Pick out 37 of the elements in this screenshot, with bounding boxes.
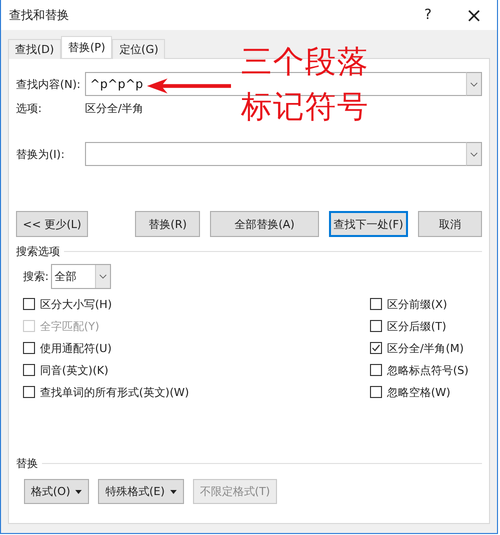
dialog-button[interactable]: 取消 (418, 211, 482, 237)
dialog-button[interactable]: 特殊格式(E) (98, 479, 184, 504)
checkbox[interactable]: 查找单词的所有形式(英文)(W) (23, 381, 190, 403)
field-label: 替换为(I): (16, 146, 66, 162)
tab[interactable]: 替换(P) (61, 36, 112, 58)
dropdown-button[interactable] (466, 72, 482, 96)
dialog-button[interactable]: 替换(R) (135, 211, 200, 237)
checkbox[interactable]: 使用通配符(U) (23, 337, 190, 359)
dialog-button[interactable]: 格式(O) (24, 479, 90, 504)
field-label: 查找内容(N): (16, 76, 82, 92)
dialog-button[interactable]: << 更少(L) (16, 211, 88, 237)
checkbox[interactable]: 同音(英文)(K) (23, 359, 190, 381)
checkbox[interactable]: 区分全/半角(M) (370, 337, 470, 359)
arrow-icon (147, 78, 231, 94)
section-title: 搜索选项 (16, 244, 60, 259)
checkbox[interactable]: 区分大小写(H) (23, 293, 190, 315)
checkbox[interactable]: 区分前缀(X) (370, 293, 470, 315)
caret-icon (75, 490, 82, 494)
caret-icon (170, 490, 177, 494)
check-icon (371, 343, 381, 353)
tab[interactable]: 查找(D) (8, 39, 62, 59)
options-label: 选项: (16, 101, 43, 116)
dropdown[interactable]: 全部 (50, 264, 111, 289)
window-title: 查找和替换 (9, 6, 69, 24)
help-button[interactable]: ? (405, 0, 451, 30)
field-label: 搜索: (23, 269, 49, 284)
dropdown-button[interactable] (466, 142, 482, 166)
input-field[interactable] (85, 142, 466, 166)
tab[interactable]: 定位(G) (112, 39, 166, 59)
close-button[interactable]: × (451, 0, 497, 30)
checkbox[interactable]: 区分后缀(T) (370, 315, 470, 337)
dialog-button[interactable]: 查找下一处(F) (328, 211, 408, 237)
checkbox[interactable]: 忽略标点符号(S) (370, 359, 470, 381)
options-value: 区分全/半角 (85, 101, 144, 116)
section-title: 替换 (16, 456, 38, 471)
checkbox[interactable]: 忽略空格(W) (370, 381, 470, 403)
dialog-button[interactable]: 全部替换(A) (210, 211, 319, 237)
